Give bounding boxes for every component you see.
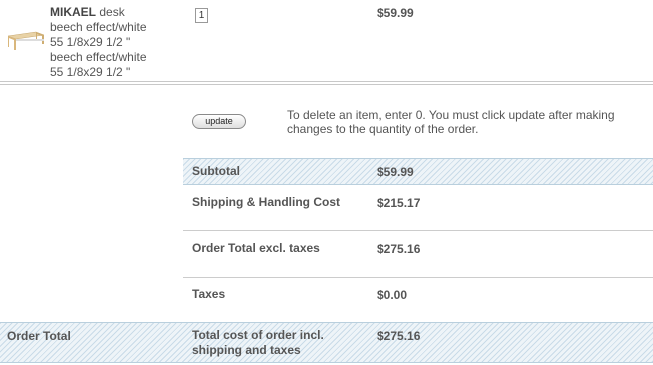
product-type: desk: [99, 5, 125, 19]
product-description-line: 55 1/8x29 1/2 ": [50, 65, 131, 79]
product-description-line: beech effect/white: [50, 50, 147, 64]
taxes-value: $0.00: [377, 288, 408, 302]
total-incl-label: Total cost of order incl. shipping and t…: [192, 328, 324, 358]
shipping-label: Shipping & Handling Cost: [192, 195, 340, 209]
update-instructions: To delete an item, enter 0. You must cli…: [287, 108, 615, 136]
order-total-excl-label: Order Total excl. taxes: [192, 241, 320, 255]
item-price: $59.99: [377, 6, 414, 20]
order-total-row: [0, 322, 653, 363]
desk-thumbnail-image[interactable]: [6, 30, 46, 52]
product-details: MIKAEL desk beech effect/white 55 1/8x29…: [50, 5, 180, 80]
subtotal-label: Subtotal: [192, 164, 240, 178]
product-name[interactable]: MIKAEL: [50, 5, 96, 19]
divider: [183, 230, 653, 231]
divider: [183, 277, 653, 278]
cart-page: MIKAEL desk beech effect/white 55 1/8x29…: [0, 0, 653, 365]
taxes-label: Taxes: [192, 287, 226, 301]
order-total-excl-value: $275.16: [377, 242, 421, 256]
subtotal-value: $59.99: [377, 165, 414, 179]
quantity-input[interactable]: 1: [195, 8, 208, 23]
divider: [0, 81, 653, 85]
product-description-line: beech effect/white: [50, 20, 147, 34]
order-total-heading: Order Total: [7, 329, 71, 343]
total-incl-value: $275.16: [377, 329, 421, 343]
update-button[interactable]: update: [192, 114, 246, 129]
shipping-value: $215.17: [377, 196, 421, 210]
product-description-line: 55 1/8x29 1/2 ": [50, 35, 131, 49]
total-incl-label-line: shipping and taxes: [192, 343, 301, 357]
total-incl-label-line: Total cost of order incl.: [192, 328, 324, 342]
subtotal-row: [183, 158, 653, 185]
